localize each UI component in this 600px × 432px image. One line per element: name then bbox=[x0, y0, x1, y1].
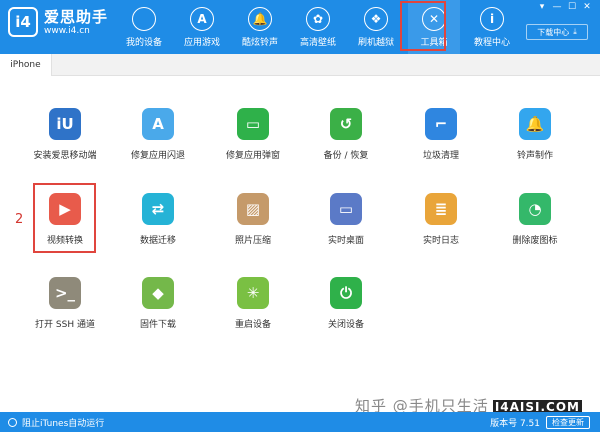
app-name: 爱思助手 bbox=[44, 7, 109, 26]
tool-label: 照片压缩 bbox=[234, 236, 271, 246]
app-repair-icon: A bbox=[142, 108, 174, 140]
tool-item[interactable]: ≣ 实时日志 bbox=[396, 193, 486, 246]
menu-icon[interactable]: ▾ bbox=[537, 2, 547, 12]
tool-item[interactable]: ⇄ 数据迁移 bbox=[113, 193, 203, 246]
tool-label: 备份 / 恢复 bbox=[323, 151, 369, 161]
status-bar: 阻止iTunes自动运行 版本号 7.51 检查更新 bbox=[0, 412, 600, 432]
log-icon: ≣ bbox=[425, 193, 457, 225]
desktop-icon: ▭ bbox=[330, 193, 362, 225]
nav-label: 酷炫铃声 bbox=[241, 38, 278, 48]
tool-label: 固件下载 bbox=[139, 320, 176, 330]
tool-item[interactable]: ◆ 固件下载 bbox=[113, 277, 203, 330]
nav-item-4[interactable]: ❖ 刷机越狱 bbox=[350, 0, 402, 54]
tool-label: 数据迁移 bbox=[139, 236, 176, 246]
tool-item[interactable]: ✳ 重启设备 bbox=[208, 277, 298, 330]
broom-icon: ⌐ bbox=[425, 108, 457, 140]
maximize-icon[interactable]: ☐ bbox=[567, 2, 577, 12]
tool-item[interactable]: ▭ 修复应用弹窗 bbox=[208, 108, 298, 161]
main-nav: 我的设备 A 应用游戏 🔔 酷炫铃声 ✿ 高清壁纸 ❖ 刷机越狱 ✕ 工具箱 i 教程中心 bbox=[118, 0, 524, 54]
video-convert-highlight-box bbox=[33, 183, 96, 253]
app-store-icon: A bbox=[190, 7, 214, 31]
tool-item[interactable]: >_ 打开 SSH 通道 bbox=[20, 277, 110, 330]
data-migrate-icon: ⇄ bbox=[142, 193, 174, 225]
ringtone-icon: 🔔 bbox=[519, 108, 551, 140]
tool-item[interactable]: 🔔 铃声制作 bbox=[490, 108, 580, 161]
nav-label: 我的设备 bbox=[125, 38, 162, 48]
nav-item-6[interactable]: i 教程中心 bbox=[466, 0, 518, 54]
tool-item[interactable]: ⌐ 垃圾清理 bbox=[396, 108, 486, 161]
download-icon: ⤓ bbox=[573, 27, 577, 36]
restart-icon: ✳ bbox=[237, 277, 269, 309]
nav-item-1[interactable]: A 应用游戏 bbox=[176, 0, 228, 54]
tool-label: 实时日志 bbox=[422, 236, 459, 246]
tool-label: 垃圾清理 bbox=[422, 151, 459, 161]
tool-item[interactable]: A 修复应用闪退 bbox=[113, 108, 203, 161]
version-label: 版本号 7.51 bbox=[490, 419, 540, 429]
block-itunes-toggle[interactable]: 阻止iTunes自动运行 bbox=[8, 416, 104, 429]
delete-icon-icon: ◔ bbox=[519, 193, 551, 225]
i4-app-icon: iU bbox=[49, 108, 81, 140]
info-icon: i bbox=[480, 7, 504, 31]
photo-compress-icon: ▨ bbox=[237, 193, 269, 225]
i4-assistant-window: i4 爱思助手 www.i4.cn 我的设备 A 应用游戏 🔔 酷炫铃声 ✿ 高清壁纸 ❖ 刷机… bbox=[0, 0, 600, 432]
nav-item-3[interactable]: ✿ 高清壁纸 bbox=[292, 0, 344, 54]
tool-label: 铃声制作 bbox=[516, 151, 553, 161]
window-controls: ▾ — ☐ ✕ bbox=[537, 2, 592, 12]
annotation-marker-2: 2 bbox=[15, 212, 24, 227]
app-url: www.i4.cn bbox=[44, 25, 90, 36]
download-center-button[interactable]: 下载中心 ⤓ bbox=[526, 24, 588, 40]
minimize-icon[interactable]: — bbox=[552, 2, 562, 12]
nav-item-0[interactable]: 我的设备 bbox=[118, 0, 170, 54]
header-bar: i4 爱思助手 www.i4.cn 我的设备 A 应用游戏 🔔 酷炫铃声 ✿ 高清壁纸 ❖ 刷机… bbox=[0, 0, 600, 54]
logo-badge: i4 bbox=[8, 7, 38, 37]
tool-item[interactable]: ⏻ 关闭设备 bbox=[301, 277, 391, 330]
tool-label: 关闭设备 bbox=[327, 320, 364, 330]
tool-item[interactable]: ▨ 照片压缩 bbox=[208, 193, 298, 246]
ssh-terminal-icon: >_ bbox=[49, 277, 81, 309]
nav-item-2[interactable]: 🔔 酷炫铃声 bbox=[234, 0, 286, 54]
tool-label: 安装爱思移动端 bbox=[33, 151, 97, 161]
power-icon: ⏻ bbox=[330, 277, 362, 309]
apple-id-icon: ▭ bbox=[237, 108, 269, 140]
backup-icon: ↺ bbox=[330, 108, 362, 140]
tab-iphone[interactable]: iPhone bbox=[0, 54, 52, 76]
tool-label: 修复应用弹窗 bbox=[225, 151, 280, 161]
nav-label: 高清壁纸 bbox=[299, 38, 336, 48]
nav-label: 教程中心 bbox=[473, 38, 510, 48]
tool-label: 打开 SSH 通道 bbox=[35, 320, 95, 330]
block-itunes-label: 阻止iTunes自动运行 bbox=[22, 419, 105, 429]
checkbox-icon[interactable] bbox=[8, 418, 17, 427]
bell-icon: 🔔 bbox=[248, 7, 272, 31]
flower-icon: ✿ bbox=[306, 7, 330, 31]
tool-item[interactable]: ▭ 实时桌面 bbox=[301, 193, 391, 246]
toolbox-highlight-box bbox=[400, 1, 446, 51]
tool-label: 修复应用闪退 bbox=[130, 151, 185, 161]
check-update-button[interactable]: 检查更新 bbox=[546, 416, 590, 429]
tool-item[interactable]: ↺ 备份 / 恢复 bbox=[301, 108, 391, 161]
tool-item[interactable]: ◔ 删除废图标 bbox=[490, 193, 580, 246]
tool-label: 重启设备 bbox=[234, 320, 271, 330]
box-icon: ❖ bbox=[364, 7, 388, 31]
device-tabbar: iPhone bbox=[0, 54, 600, 76]
nav-label: 刷机越狱 bbox=[357, 38, 394, 48]
apple-icon bbox=[132, 7, 156, 31]
close-icon[interactable]: ✕ bbox=[582, 2, 592, 12]
download-center-label: 下载中心 bbox=[537, 27, 570, 37]
tool-item[interactable]: iU 安装爱思移动端 bbox=[20, 108, 110, 161]
firmware-box-icon: ◆ bbox=[142, 277, 174, 309]
tool-label: 实时桌面 bbox=[327, 236, 364, 246]
nav-label: 应用游戏 bbox=[183, 38, 220, 48]
tool-label: 删除废图标 bbox=[512, 236, 558, 246]
app-logo: i4 爱思助手 www.i4.cn bbox=[8, 7, 108, 37]
